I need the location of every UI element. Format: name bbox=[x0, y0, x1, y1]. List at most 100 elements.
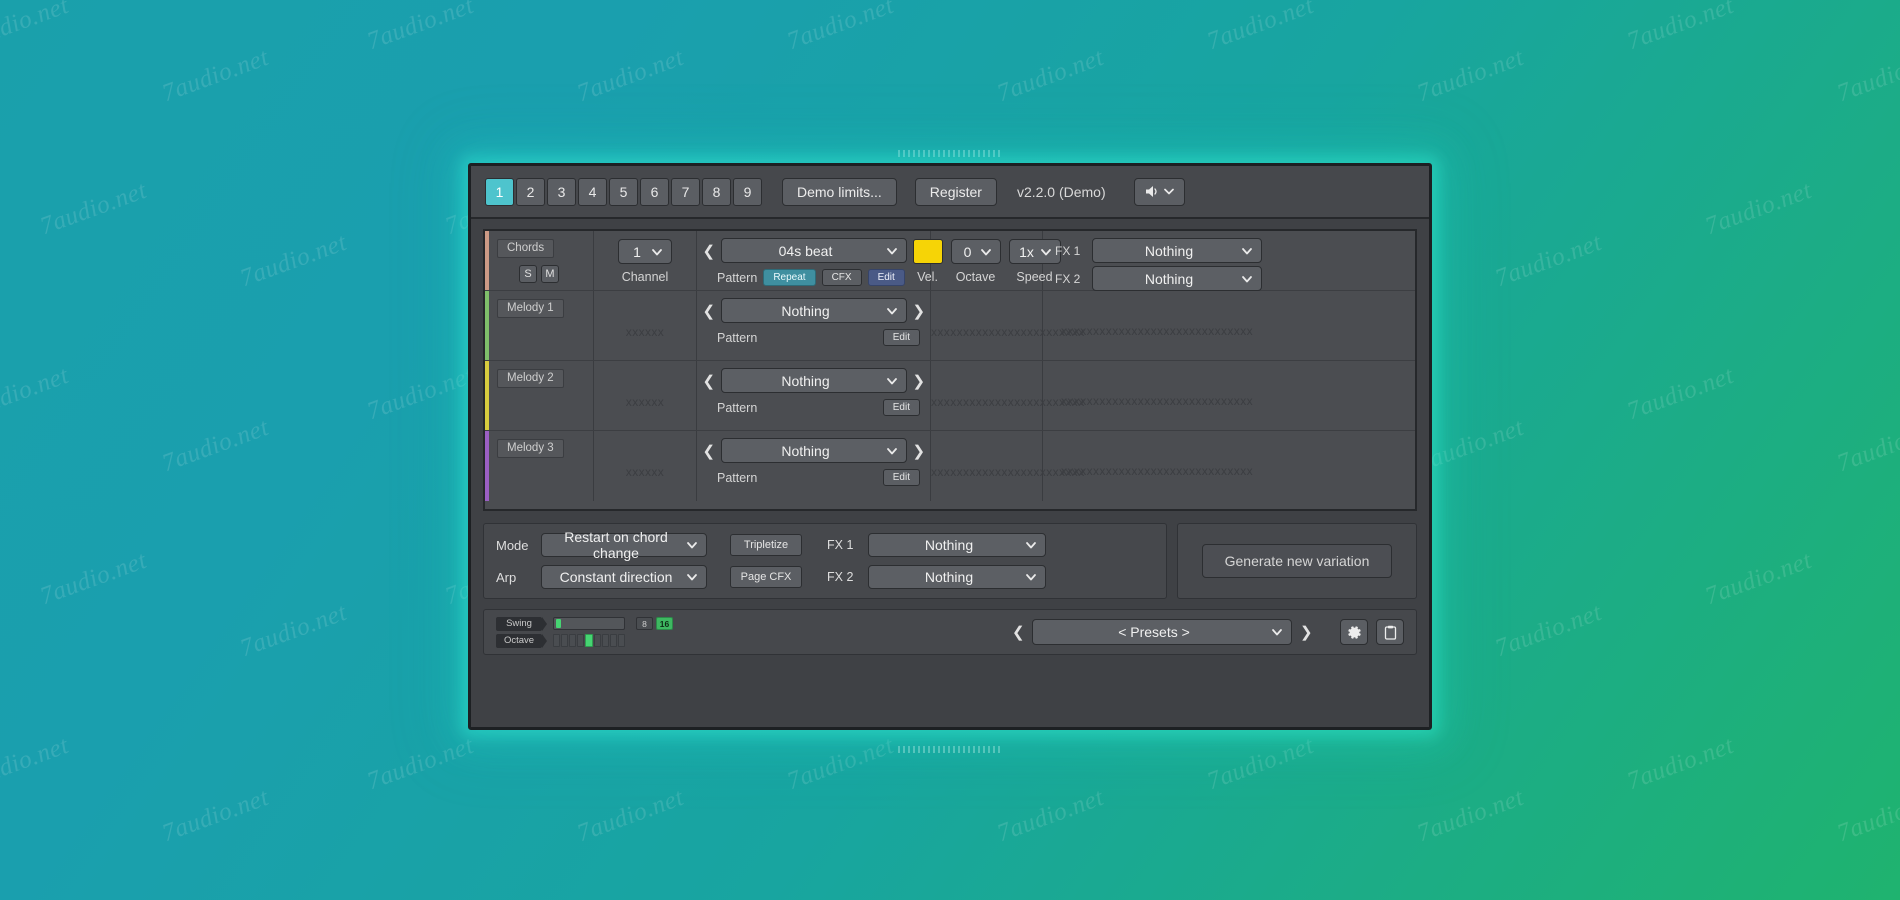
slot-button-4[interactable]: 4 bbox=[578, 177, 607, 206]
global-fx1-label: FX 1 bbox=[827, 538, 854, 552]
track-name-cell-melody-2: Melody 2 bbox=[489, 361, 594, 430]
edit-button[interactable]: Edit bbox=[882, 399, 920, 416]
octave-segment-5[interactable] bbox=[593, 634, 601, 647]
pattern-select-row: ❮ 04s beat ❯ bbox=[697, 238, 930, 263]
slot-button-6[interactable]: 6 bbox=[640, 177, 669, 206]
vos-placeholder: xxxxxxxxxxxxxxxxxxxxxxxx bbox=[931, 395, 1085, 409]
preset-select[interactable]: < Presets > bbox=[1032, 619, 1292, 645]
pattern-label: Pattern bbox=[717, 330, 758, 345]
watermark-text: 7audio.net bbox=[1623, 361, 1738, 426]
solo-button[interactable]: S bbox=[519, 265, 537, 283]
register-button[interactable]: Register bbox=[914, 177, 997, 206]
octave-segment-2[interactable] bbox=[569, 634, 577, 647]
pattern-select[interactable]: Nothing bbox=[720, 438, 907, 463]
mute-button[interactable]: M bbox=[541, 265, 559, 283]
watermark-text: 7audio.net bbox=[363, 731, 478, 796]
preset-prev-button[interactable]: ❮ bbox=[1012, 623, 1025, 641]
pattern-select[interactable]: Nothing bbox=[720, 368, 907, 393]
preset-area: ❮ < Presets > ❯ bbox=[1012, 619, 1404, 645]
fx1-select[interactable]: Nothing bbox=[1092, 238, 1262, 263]
pattern-next-button[interactable]: ❯ bbox=[913, 372, 926, 390]
slot-button-7[interactable]: 7 bbox=[671, 177, 700, 206]
watermark-text: 7audio.net bbox=[36, 546, 151, 611]
pattern-value: Nothing bbox=[781, 442, 830, 459]
fx2-row: FX 2 Nothing bbox=[1043, 266, 1415, 291]
resize-handle-top[interactable] bbox=[898, 150, 1002, 157]
tripletize-button[interactable]: Tripletize bbox=[730, 534, 802, 556]
preset-next-button[interactable]: ❯ bbox=[1300, 623, 1313, 641]
octave-group: 0 Octave bbox=[950, 239, 1001, 290]
cfx-button[interactable]: CFX bbox=[821, 269, 862, 286]
velocity-color-swatch[interactable] bbox=[912, 239, 943, 264]
track-name-melody-3[interactable]: Melody 3 bbox=[497, 439, 564, 458]
global-settings-panel: Mode Restart on chord change Tripletize … bbox=[483, 523, 1417, 599]
pattern-next-button[interactable]: ❯ bbox=[913, 302, 926, 320]
pattern-label: Pattern bbox=[717, 470, 758, 485]
watermark-text: 7audio.net bbox=[993, 783, 1108, 848]
channel-select[interactable]: 1 bbox=[618, 239, 672, 264]
velocity-octave-speed-cell: Vel. 0 Octave 1x Speed bbox=[912, 231, 1061, 290]
resize-handle-bottom[interactable] bbox=[898, 746, 1002, 753]
settings-button[interactable] bbox=[1340, 619, 1368, 645]
slot-button-9[interactable]: 9 bbox=[733, 177, 762, 206]
track-name-melody-1[interactable]: Melody 1 bbox=[497, 299, 564, 318]
octave-segment-7[interactable] bbox=[609, 634, 617, 647]
watermark-text: 7audio.net bbox=[158, 43, 273, 108]
swing-div-8-button[interactable]: 8 bbox=[636, 617, 653, 630]
version-label: v2.2.0 (Demo) bbox=[1016, 183, 1106, 200]
watermark-text: 7audio.net bbox=[158, 783, 273, 848]
watermark-text: 7audio.net bbox=[783, 731, 898, 796]
channel-cell-melody-3: xxxxxx bbox=[594, 431, 697, 501]
slot-button-3[interactable]: 3 bbox=[547, 177, 576, 206]
demo-limits-button[interactable]: Demo limits... bbox=[782, 177, 897, 206]
generate-variation-button[interactable]: Generate new variation bbox=[1201, 544, 1393, 578]
slot-button-8[interactable]: 8 bbox=[702, 177, 731, 206]
chevron-down-icon bbox=[652, 248, 662, 255]
track-name-melody-2[interactable]: Melody 2 bbox=[497, 369, 564, 388]
edit-button[interactable]: Edit bbox=[867, 269, 905, 286]
slot-button-1[interactable]: 1 bbox=[485, 177, 514, 206]
fx2-select[interactable]: Nothing bbox=[1092, 266, 1262, 291]
octave-segment-0[interactable] bbox=[553, 634, 561, 647]
fx1-row: FX 1 Nothing bbox=[1043, 238, 1415, 263]
sound-output-button[interactable] bbox=[1133, 177, 1185, 206]
octave-segment-4[interactable] bbox=[585, 634, 593, 647]
channel-cell-chords: 1 Channel bbox=[594, 231, 697, 290]
channel-cell-melody-1: xxxxxx bbox=[594, 291, 697, 360]
pattern-next-button[interactable]: ❯ bbox=[913, 442, 926, 460]
gear-icon bbox=[1347, 625, 1361, 639]
repeat-button[interactable]: Repeat bbox=[763, 269, 816, 286]
octave-slider[interactable] bbox=[553, 634, 625, 647]
pattern-select[interactable]: Nothing bbox=[720, 298, 907, 323]
swing-div-16-button[interactable]: 16 bbox=[656, 617, 673, 630]
pattern-prev-button[interactable]: ❮ bbox=[703, 242, 716, 260]
global-fx1-select[interactable]: Nothing bbox=[868, 533, 1046, 557]
watermark-text: 7audio.net bbox=[1623, 731, 1738, 796]
octave-segment-1[interactable] bbox=[561, 634, 569, 647]
octave-segment-8[interactable] bbox=[617, 634, 625, 647]
pattern-select[interactable]: 04s beat bbox=[720, 238, 907, 263]
swing-slider[interactable] bbox=[553, 617, 625, 630]
page-cfx-button[interactable]: Page CFX bbox=[730, 566, 802, 588]
pattern-cell-chords: ❮ 04s beat ❯ Pattern Repeat CFX Edit bbox=[697, 231, 931, 290]
global-fx2-select[interactable]: Nothing bbox=[868, 565, 1046, 589]
edit-button[interactable]: Edit bbox=[882, 329, 920, 346]
octave-segment-3[interactable] bbox=[577, 634, 585, 647]
clipboard-button[interactable] bbox=[1376, 619, 1404, 645]
pattern-prev-button[interactable]: ❮ bbox=[703, 302, 716, 320]
octave-segment-6[interactable] bbox=[601, 634, 609, 647]
pattern-prev-button[interactable]: ❮ bbox=[703, 442, 716, 460]
pattern-prev-button[interactable]: ❮ bbox=[703, 372, 716, 390]
swing-slider-thumb[interactable] bbox=[556, 619, 562, 628]
fx1-value: Nothing bbox=[1144, 242, 1194, 259]
watermark-text: 7audio.net bbox=[0, 0, 73, 56]
arp-select[interactable]: Constant direction bbox=[541, 565, 707, 589]
chevron-down-icon bbox=[1242, 275, 1252, 282]
channel-value: 1 bbox=[633, 243, 641, 260]
edit-button[interactable]: Edit bbox=[882, 469, 920, 486]
slot-button-2[interactable]: 2 bbox=[516, 177, 545, 206]
slot-button-5[interactable]: 5 bbox=[609, 177, 638, 206]
mode-select[interactable]: Restart on chord change bbox=[541, 529, 707, 561]
octave-select[interactable]: 0 bbox=[950, 239, 1001, 264]
track-name-chords[interactable]: Chords bbox=[497, 239, 555, 258]
